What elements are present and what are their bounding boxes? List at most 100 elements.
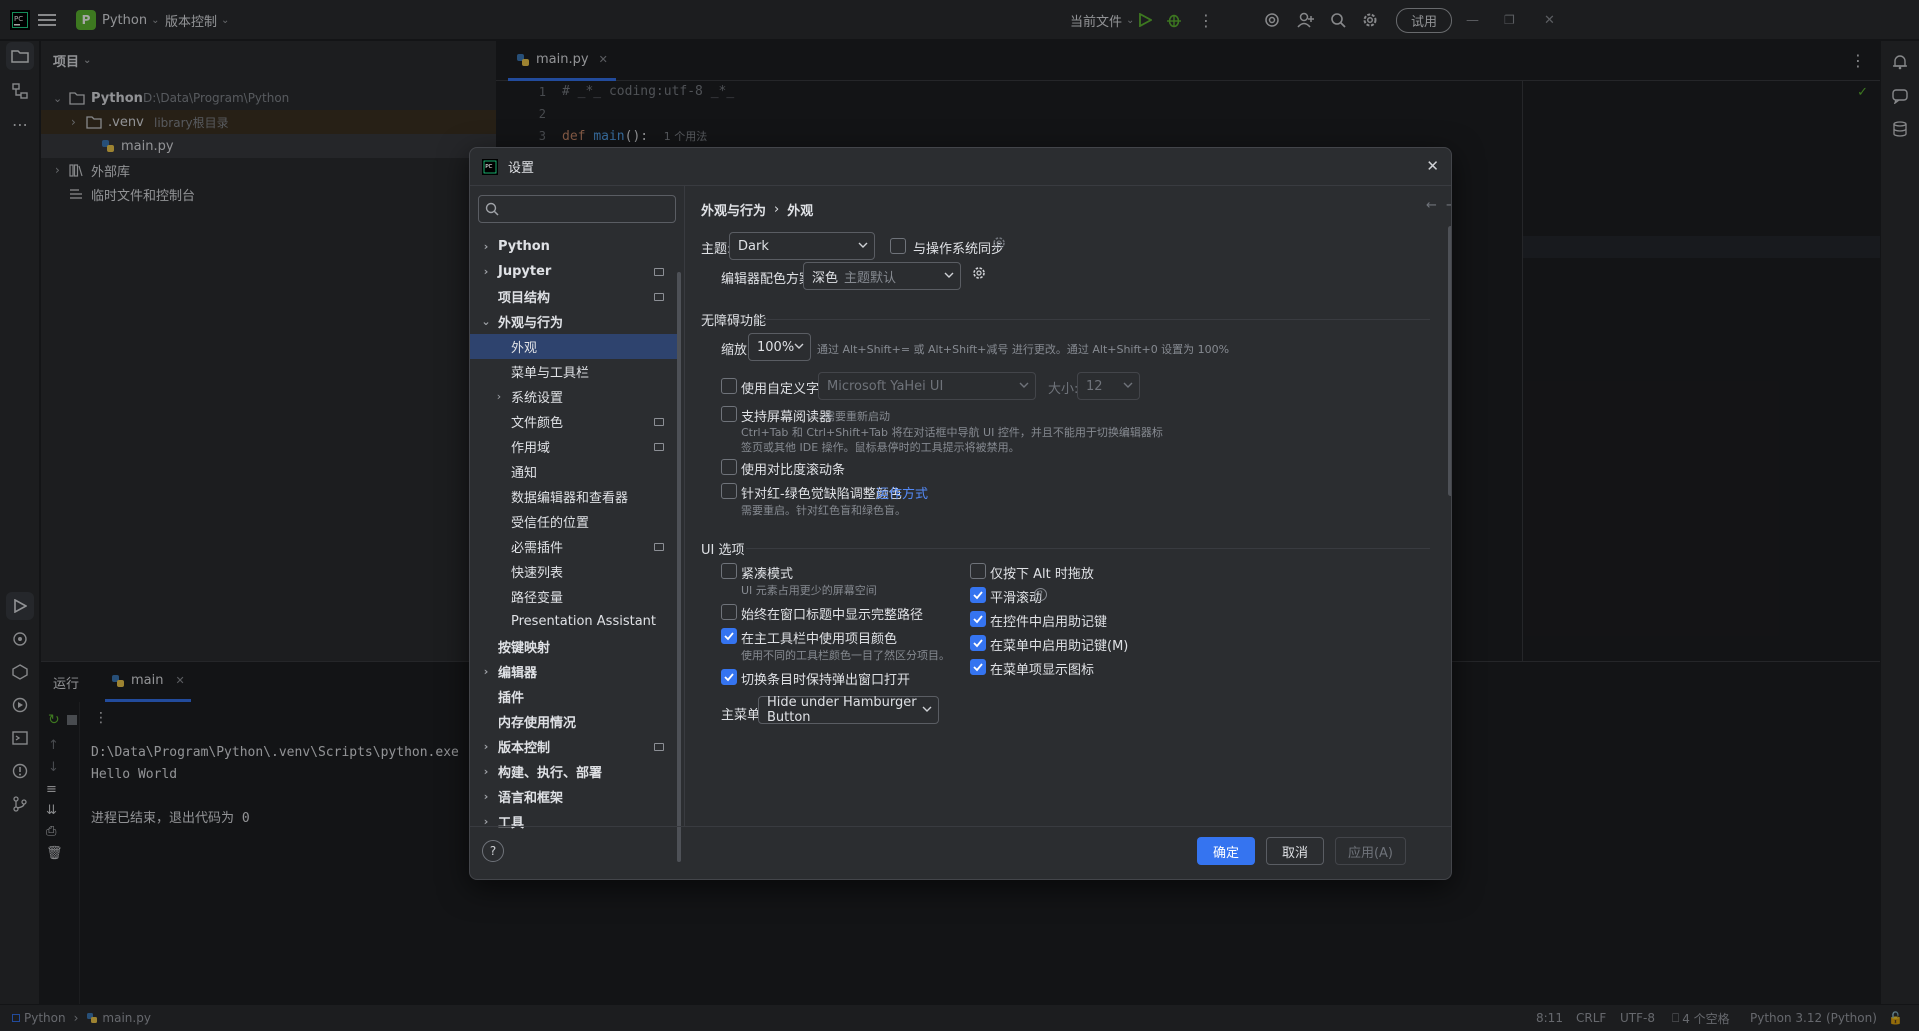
how-it-works-link[interactable]: 运作方式 — [876, 483, 928, 502]
settings-nav-item[interactable]: Presentation Assistant — [470, 609, 678, 634]
font-dropdown[interactable]: Microsoft YaHei UI — [818, 372, 1036, 400]
chevron-down-icon — [858, 240, 868, 250]
chevron-right-icon: › — [483, 765, 489, 778]
project-colors-label: 在主工具栏中使用项目颜色 — [741, 632, 898, 647]
settings-nav-label: 菜单与工具栏 — [511, 366, 590, 381]
main-menu-value: Hide under Hamburger Button — [767, 695, 917, 725]
settings-nav-item[interactable]: 项目结构 — [470, 284, 678, 309]
zoom-dropdown[interactable]: 100% — [748, 333, 811, 361]
alt-drag-checkbox[interactable] — [970, 563, 986, 579]
chevron-down-icon — [944, 270, 954, 280]
settings-nav-item[interactable]: 必需插件 — [470, 534, 678, 559]
settings-nav-label: 路径变量 — [511, 591, 564, 606]
settings-nav-item[interactable]: 插件 — [470, 684, 678, 709]
settings-nav-item[interactable]: › 编辑器 — [470, 659, 678, 684]
settings-nav-item[interactable]: 受信任的位置 — [470, 509, 678, 534]
color-blind-checkbox[interactable] — [721, 483, 737, 499]
settings-nav-item[interactable]: › Jupyter — [470, 259, 678, 284]
settings-nav-label: 构建、执行、部署 — [498, 766, 603, 781]
chevron-right-icon: › — [483, 665, 489, 678]
svg-text:PC: PC — [485, 163, 492, 169]
contrast-scroll-checkbox[interactable] — [721, 459, 737, 475]
search-icon — [485, 202, 499, 216]
chevron-right-icon: › — [483, 740, 489, 753]
settings-nav-label: 语言和框架 — [498, 791, 564, 806]
settings-nav-label: 快速列表 — [511, 566, 564, 581]
settings-nav-item[interactable]: 路径变量 — [470, 584, 678, 609]
project-colors-hint: 使用不同的工具栏颜色一目了然区分项目。 — [741, 649, 950, 662]
settings-nav-label: 必需插件 — [511, 541, 564, 556]
scheme-hint: 主题默认 — [844, 270, 897, 286]
settings-nav-item[interactable]: 通知 — [470, 459, 678, 484]
gear-icon[interactable] — [992, 236, 1006, 250]
settings-dialog: PC 设置 ✕ › Python › Jupyter 项目结构 ⌄ 外观与行为 外观 菜单与工具… — [469, 147, 1452, 880]
breadcrumb: 外观与行为 › 外观 — [701, 200, 813, 219]
screen-reader-desc: 签页或其他 IDE 操作。鼠标悬停时的工具提示将被禁用。 — [741, 441, 1020, 454]
settings-nav-label: 作用域 — [511, 441, 551, 456]
theme-dropdown[interactable]: Dark — [729, 232, 875, 260]
nav-scrollbar[interactable] — [677, 272, 681, 862]
compact-mode-checkbox[interactable] — [721, 563, 737, 579]
main-menu-dropdown[interactable]: Hide under Hamburger Button — [758, 695, 939, 725]
ok-button[interactable]: 确定 — [1197, 837, 1255, 865]
custom-font-checkbox[interactable] — [721, 378, 737, 394]
full-path-checkbox[interactable] — [721, 604, 737, 620]
screen-reader-hint: 需要重新启动 — [824, 410, 890, 423]
settings-nav-label: 项目结构 — [498, 291, 551, 306]
settings-nav-item[interactable]: 外观 — [470, 334, 678, 359]
screen-reader-desc: Ctrl+Tab 和 Ctrl+Shift+Tab 将在对话框中导航 UI 控件… — [741, 426, 1163, 439]
theme-label: 主题: — [701, 242, 732, 257]
sync-os-checkbox[interactable] — [890, 238, 906, 254]
breadcrumb-separator: › — [774, 202, 780, 217]
settings-nav-label: Python — [498, 239, 550, 254]
content-scrollbar[interactable] — [1448, 226, 1451, 496]
back-arrow-icon[interactable]: ← — [1426, 198, 1437, 213]
close-icon[interactable]: ✕ — [1426, 157, 1439, 175]
apply-button[interactable]: 应用(A) — [1335, 837, 1406, 865]
settings-nav-item[interactable]: › 语言和框架 — [470, 784, 678, 809]
settings-nav-item[interactable]: 数据编辑器和查看器 — [470, 484, 678, 509]
settings-nav-item[interactable]: 按键映射 — [470, 634, 678, 659]
settings-nav-item[interactable]: 文件颜色 — [470, 409, 678, 434]
settings-nav-item[interactable]: 内存使用情况 — [470, 709, 678, 734]
menu-icons-checkbox[interactable] — [970, 659, 986, 675]
gear-icon[interactable] — [972, 266, 986, 280]
project-level-icon — [654, 417, 664, 426]
settings-nav-item[interactable]: 作用域 — [470, 434, 678, 459]
font-value: Microsoft YaHei UI — [827, 378, 944, 394]
check-icon — [973, 639, 983, 648]
scheme-dropdown[interactable]: 深色 主题默认 — [803, 262, 961, 290]
settings-nav-label: 外观 — [511, 341, 538, 356]
chevron-right-icon: › — [496, 390, 502, 403]
settings-nav-item[interactable]: › Python — [470, 234, 678, 259]
settings-nav-item[interactable]: 菜单与工具栏 — [470, 359, 678, 384]
settings-nav-item[interactable]: ⌄ 外观与行为 — [470, 309, 678, 334]
settings-nav-label: 编辑器 — [498, 666, 538, 681]
mnemonic-menus-checkbox[interactable] — [970, 635, 986, 651]
mnemonic-controls-checkbox[interactable] — [970, 611, 986, 627]
keep-popup-checkbox[interactable] — [721, 669, 737, 685]
section-divider — [760, 319, 1430, 320]
breadcrumb-item[interactable]: 外观与行为 — [701, 200, 766, 219]
settings-nav-item[interactable]: › 版本控制 — [470, 734, 678, 759]
mnemonic-menus-label: 在菜单中启用助记键(M) — [990, 639, 1129, 654]
cancel-button[interactable]: 取消 — [1266, 837, 1324, 865]
font-size-dropdown[interactable]: 12 — [1077, 372, 1140, 400]
settings-nav-label: 文件颜色 — [511, 416, 564, 431]
project-level-icon — [654, 267, 664, 276]
sync-os-label: 与操作系统同步 — [913, 242, 1005, 257]
settings-nav-item[interactable]: 快速列表 — [470, 559, 678, 584]
settings-nav-item[interactable]: › 系统设置 — [470, 384, 678, 409]
chevron-down-icon — [794, 341, 804, 351]
project-colors-checkbox[interactable] — [721, 628, 737, 644]
screen-reader-checkbox[interactable] — [721, 406, 737, 422]
help-circle-icon[interactable]: ? — [1034, 588, 1047, 601]
settings-nav-item[interactable]: › 构建、执行、部署 — [470, 759, 678, 784]
smooth-scroll-checkbox[interactable] — [970, 587, 986, 603]
settings-nav-label: 外观与行为 — [498, 316, 564, 331]
forward-arrow-icon[interactable]: → — [1446, 198, 1451, 213]
settings-nav-label: Jupyter — [498, 264, 552, 279]
settings-search-input[interactable] — [478, 195, 676, 223]
settings-content: 外观与行为 › 外观 ← → 主题: Dark 与操作系统同步 编辑器配色方案:… — [686, 186, 1451, 826]
help-button[interactable]: ? — [482, 840, 504, 862]
